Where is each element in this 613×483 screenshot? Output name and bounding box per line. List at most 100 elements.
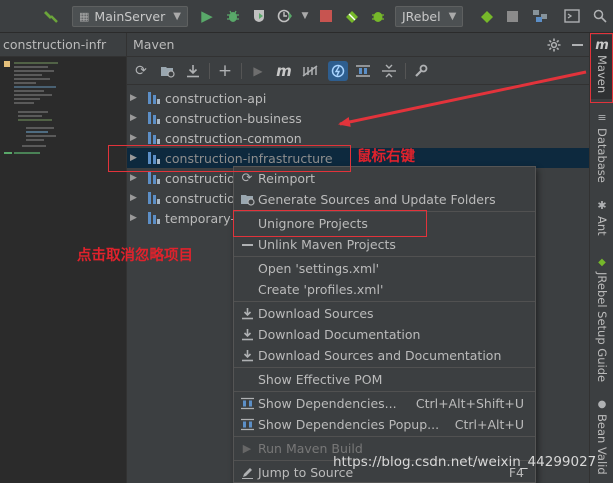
maven-project-label: construction-common: [165, 130, 302, 146]
expand-arrow-icon[interactable]: ▶: [130, 133, 140, 143]
expand-arrow-icon[interactable]: ▶: [130, 213, 140, 223]
run-config-icon: ▦: [79, 10, 90, 23]
maven-module-icon: [147, 131, 161, 145]
menu-item-download-documentation[interactable]: Download Documentation: [234, 324, 535, 345]
expand-arrow-icon[interactable]: ▶: [130, 113, 140, 123]
jrebel-debug-icon[interactable]: [369, 7, 387, 25]
run-dropdown-icon[interactable]: ▼: [296, 7, 314, 25]
menu-item-label: Download Sources and Documentation: [258, 348, 502, 363]
menu-item-label: Show Effective POM: [258, 372, 383, 387]
menu-item-unlink-maven-projects[interactable]: Unlink Maven Projects: [234, 234, 535, 255]
tab-jrebel-setup-guide-label: JRebel Setup Guide: [595, 272, 609, 383]
menu-separator: [234, 256, 535, 257]
menu-item-reimport[interactable]: ⟳ Reimport: [234, 168, 535, 189]
download-sources-icon[interactable]: [184, 62, 202, 80]
terminal-icon[interactable]: [563, 7, 581, 25]
run-config-select[interactable]: ▦ MainServer ▼: [72, 6, 188, 27]
generate-sources-icon[interactable]: [158, 62, 176, 80]
menu-item-shortcut: Ctrl+Alt+U: [454, 417, 524, 432]
watermark: https://blog.csdn.net/weixin_44299027: [333, 454, 597, 470]
menu-item-show-effective-pom[interactable]: Show Effective POM: [234, 369, 535, 390]
edit-icon: [239, 465, 255, 481]
tab-bean-validation-label: Bean Valid: [595, 414, 609, 475]
profiler-icon[interactable]: [276, 7, 294, 25]
tab-bean-validation[interactable]: ● Bean Valid: [590, 399, 613, 483]
minimize-icon[interactable]: [568, 36, 586, 54]
dependencies-icon: [239, 417, 255, 433]
reimport-all-icon[interactable]: ⟳: [132, 62, 150, 80]
download-icon: [239, 306, 255, 322]
maven-project-label: construction-business: [165, 110, 302, 126]
project-structure-icon[interactable]: [531, 7, 549, 25]
jrebel-config-select[interactable]: JRebel ▼: [395, 6, 463, 27]
menu-item-show-dependencies-popup[interactable]: Show Dependencies Popup... Ctrl+Alt+U: [234, 414, 535, 435]
menu-separator: [234, 211, 535, 212]
menu-separator: [234, 367, 535, 368]
bean-icon: ●: [597, 399, 607, 410]
menu-item-label: Generate Sources and Update Folders: [258, 192, 496, 207]
add-icon[interactable]: +: [216, 61, 234, 81]
jrebel-run-icon[interactable]: [343, 7, 361, 25]
maven-project-label: construction-api: [165, 90, 267, 106]
toggle-offline-icon[interactable]: [301, 62, 319, 80]
expand-arrow-icon[interactable]: ▶: [130, 93, 140, 103]
tab-database[interactable]: ≡ Database: [590, 111, 613, 211]
context-menu: ⟳ Reimport Generate Sources and Update F…: [233, 166, 536, 483]
expand-arrow-icon[interactable]: ▶: [130, 153, 140, 163]
stop-icon[interactable]: [317, 7, 335, 25]
coverage-icon[interactable]: [250, 7, 268, 25]
run-goal-icon[interactable]: ▶: [249, 62, 267, 80]
jrebel-config-label: JRebel: [402, 9, 441, 24]
tab-ant[interactable]: ✱ Ant: [590, 199, 613, 239]
maven-project-label: construction: [165, 190, 243, 206]
gear-icon[interactable]: [545, 36, 563, 54]
maven-module-icon: [147, 91, 161, 105]
maven-project-label: temporary-: [165, 210, 235, 226]
maven-m-icon: m: [595, 38, 609, 53]
menu-item-label: Show Dependencies Popup...: [258, 417, 440, 432]
annotation-right-click: 鼠标右键: [357, 149, 415, 165]
project-panel-header: construction-infr: [0, 33, 126, 57]
maven-project-row[interactable]: ▶ construction-api: [127, 88, 589, 108]
execute-goal-icon[interactable]: m: [275, 62, 293, 80]
menu-item-label: Download Documentation: [258, 327, 421, 342]
skip-tests-icon[interactable]: [328, 61, 348, 81]
debug-icon[interactable]: [224, 7, 242, 25]
maven-module-icon: [147, 151, 161, 165]
menu-item-show-dependencies[interactable]: Show Dependencies... Ctrl+Alt+Shift+U: [234, 393, 535, 414]
search-icon[interactable]: [591, 7, 609, 25]
menu-item-label: Create 'profiles.xml': [258, 282, 384, 297]
maven-module-icon: [147, 211, 161, 225]
menu-separator: [234, 301, 535, 302]
maven-toolbar: ⟳ + ▶ m: [127, 57, 589, 85]
menu-item-unignore-projects[interactable]: Unignore Projects: [234, 213, 535, 234]
maven-panel-title: Maven: [133, 37, 175, 52]
annotation-click-unignore: 点击取消忽略项目: [77, 248, 193, 264]
menu-item-generate-sources[interactable]: Generate Sources and Update Folders: [234, 189, 535, 210]
show-dependencies-icon[interactable]: [354, 62, 372, 80]
stop-gray-icon[interactable]: [503, 7, 521, 25]
download-icon: [239, 327, 255, 343]
code-minimap: [4, 61, 58, 154]
menu-item-download-sources[interactable]: Download Sources: [234, 303, 535, 324]
maven-project-row[interactable]: ▶ construction-business: [127, 108, 589, 128]
maven-project-label: construction: [165, 170, 243, 186]
minus-icon: [239, 237, 255, 253]
collapse-all-icon[interactable]: [380, 62, 398, 80]
expand-arrow-icon[interactable]: ▶: [130, 193, 140, 203]
menu-item-open-settings-xml[interactable]: Open 'settings.xml': [234, 258, 535, 279]
jrebel-update-icon[interactable]: [478, 7, 496, 25]
menu-item-create-profiles-xml[interactable]: Create 'profiles.xml': [234, 279, 535, 300]
run-icon[interactable]: ▶: [198, 7, 216, 25]
tab-jrebel-setup-guide[interactable]: ◆ JRebel Setup Guide: [590, 257, 613, 417]
menu-item-download-sources-and-documentation[interactable]: Download Sources and Documentation: [234, 345, 535, 366]
expand-arrow-icon[interactable]: ▶: [130, 173, 140, 183]
maven-module-icon: [147, 171, 161, 185]
build-hammer-icon[interactable]: [42, 7, 60, 25]
tab-maven[interactable]: m Maven: [590, 35, 613, 99]
chevron-down-icon: ▼: [448, 11, 457, 22]
wrench-icon[interactable]: [412, 62, 430, 80]
database-icon: ≡: [597, 111, 607, 124]
menu-separator: [234, 436, 535, 437]
run-config-label: MainServer: [94, 9, 166, 24]
